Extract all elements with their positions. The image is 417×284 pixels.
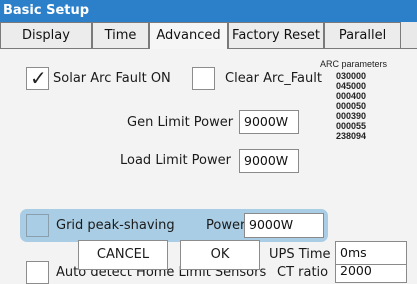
checkmark-icon: ✓ bbox=[30, 66, 47, 90]
auto-detect-checkbox[interactable] bbox=[26, 261, 49, 284]
grid-peak-shaving-label: Grid peak-shaving bbox=[56, 218, 175, 233]
grid-peak-shaving-power-field[interactable]: 9000W bbox=[244, 213, 324, 238]
arc-parameter-value: 000390 bbox=[336, 111, 367, 121]
solar-arc-fault-checkbox[interactable]: ✓ bbox=[26, 66, 49, 90]
clear-arc-fault-label: Clear Arc_Fault bbox=[225, 71, 322, 86]
ups-time-field[interactable]: 0ms bbox=[335, 241, 407, 265]
grid-peak-shaving-checkbox[interactable] bbox=[26, 214, 49, 237]
cancel-button[interactable]: CANCEL bbox=[78, 240, 168, 270]
arc-parameter-value: 000050 bbox=[336, 101, 367, 111]
ok-button[interactable]: OK bbox=[180, 240, 260, 270]
arc-parameters-list: 030000 045000 000400 000050 000390 00005… bbox=[336, 71, 366, 141]
tab-advanced[interactable]: Advanced bbox=[149, 22, 228, 49]
arc-parameter-value: 045000 bbox=[336, 81, 367, 91]
load-limit-power-field[interactable]: 9000W bbox=[239, 149, 299, 173]
clear-arc-fault-checkbox[interactable] bbox=[192, 67, 215, 90]
tab-display[interactable]: Display bbox=[0, 22, 92, 48]
solar-arc-fault-label: Solar Arc Fault ON bbox=[53, 71, 171, 86]
arc-parameter-value: 000400 bbox=[336, 91, 367, 101]
gen-limit-power-label: Gen Limit Power bbox=[127, 115, 234, 130]
arc-parameter-value: 030000 bbox=[336, 71, 367, 81]
ups-time-label: UPS Time bbox=[269, 247, 331, 262]
tab-bar: Display Time Advanced Factory Reset Para… bbox=[0, 22, 417, 49]
tab-time[interactable]: Time bbox=[92, 22, 149, 48]
arc-parameter-value: 238094 bbox=[336, 131, 367, 141]
grid-peak-shaving-power-label: Power bbox=[206, 218, 246, 233]
load-limit-power-label: Load Limit Power bbox=[120, 153, 231, 168]
gen-limit-power-field[interactable]: 9000W bbox=[239, 110, 299, 134]
window-title: Basic Setup bbox=[0, 0, 417, 22]
arc-parameters-title: ARC parameters bbox=[320, 59, 388, 69]
arc-parameter-value: 000055 bbox=[336, 121, 367, 131]
tab-parallel[interactable]: Parallel bbox=[324, 22, 401, 48]
tab-factory-reset[interactable]: Factory Reset bbox=[228, 22, 324, 48]
